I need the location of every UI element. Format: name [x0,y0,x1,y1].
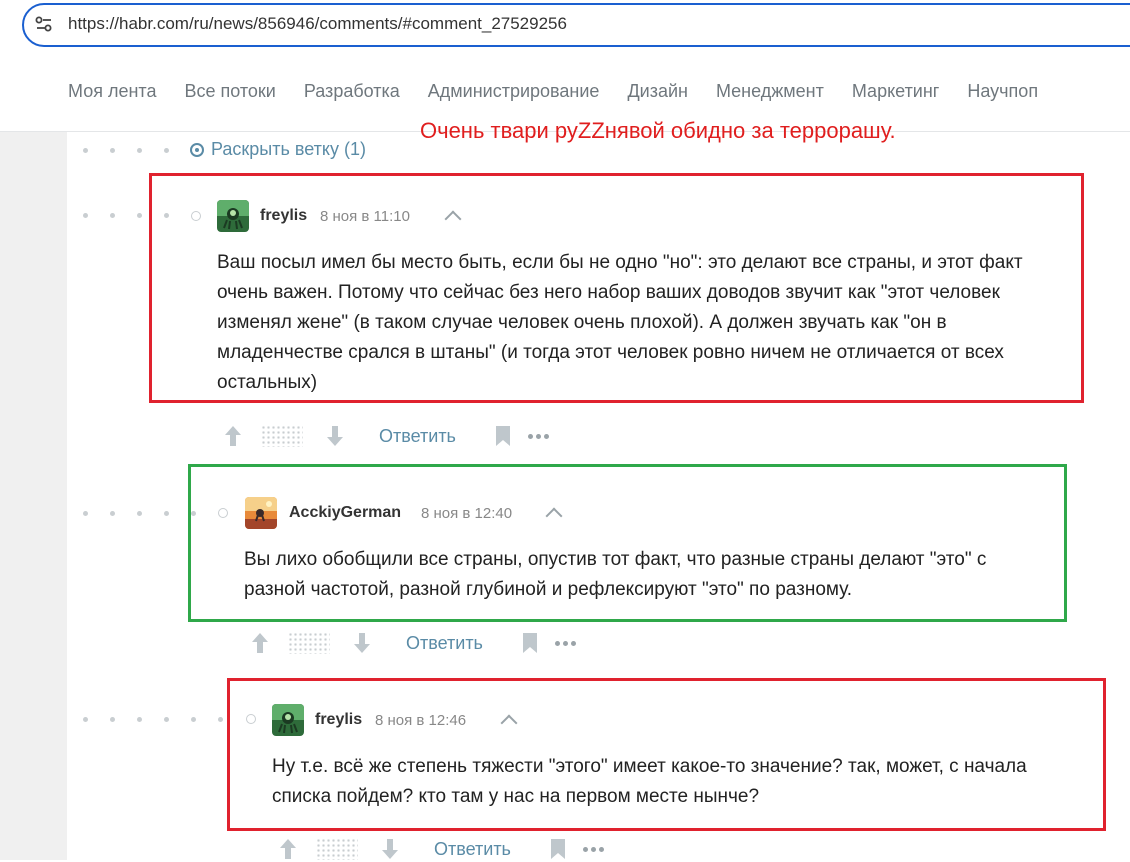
bookmark-icon[interactable] [549,838,567,860]
nav-item-management[interactable]: Менеджмент [716,81,824,107]
comment-time[interactable]: 8 ноя в 12:46 [375,712,466,729]
rating-hidden-icon [261,425,303,447]
nav-item-development[interactable]: Разработка [304,81,400,107]
upvote-arrow-icon[interactable] [250,631,270,655]
reply-button[interactable]: Ответить [379,426,456,447]
comment-author[interactable]: freylis [260,207,307,225]
comment-line: изменял жене" (в таком случае человек оч… [217,312,947,333]
bookmark-icon[interactable] [521,632,539,654]
comment-line: разной частотой, разной глубиной и рефле… [244,579,853,600]
nav-item-my-feed[interactable]: Моя лента [68,81,156,107]
comment-actions: Ответить [250,630,576,656]
nav-item-all-streams[interactable]: Все потоки [184,81,275,107]
avatar-image-icon [272,704,304,736]
avatar-image-icon [217,200,249,232]
left-gutter [0,132,67,860]
avatar[interactable] [272,704,304,736]
nav-item-administration[interactable]: Администрирование [428,81,600,107]
nav-item-popsci[interactable]: Научпоп [967,81,1038,107]
upvote-arrow-icon[interactable] [278,837,298,861]
comment-body: Ваш посыл имел бы место быть, если бы не… [217,248,1023,398]
comment-line: Ваш посыл имел бы место быть, если бы не… [217,252,1023,273]
reply-button[interactable]: Ответить [434,839,511,860]
thread-indent-dots [83,717,245,722]
nav-item-marketing[interactable]: Маркетинг [852,81,940,107]
expand-circle-icon [190,142,204,157]
avatar-image-icon [245,497,277,529]
bookmark-icon[interactable] [494,425,512,447]
comment-author[interactable]: freylis [315,711,362,729]
downvote-arrow-icon[interactable] [352,631,372,655]
comment-line: Ну т.е. всё же степень тяжести "этого" и… [272,756,1027,777]
comment-time[interactable]: 8 ноя в 11:10 [320,208,410,225]
comment-author[interactable]: AcckiyGerman [289,504,401,522]
address-url[interactable]: https://habr.com/ru/news/856946/comments… [68,14,567,34]
comment-line: очень важен. Потому что сейчас без него … [217,282,1000,303]
comment-actions: Ответить [223,423,549,449]
comment-line: Вы лихо обобщили все страны, опустив тот… [244,549,987,570]
thread-indent-dots [83,148,191,153]
comment-body: Вы лихо обобщили все страны, опустив тот… [244,545,986,605]
comment-actions: Ответить [278,836,604,862]
avatar[interactable] [245,497,277,529]
comment-time[interactable]: 8 ноя в 12:40 [421,505,512,522]
rating-hidden-icon [316,838,358,860]
site-settings-icon[interactable] [34,14,54,34]
hubs-nav: Моя лента Все потоки Разработка Админист… [68,81,1066,107]
expand-thread-link[interactable]: Раскрыть ветку (1) [190,139,366,160]
annotation-text: Очень твари руZZнявой обидно за террораш… [420,118,896,143]
upvote-arrow-icon[interactable] [223,424,243,448]
comment-body: Ну т.е. всё же степень тяжести "этого" и… [272,752,1027,812]
comment-line: списка пойдем? кто там у нас на первом м… [272,786,760,807]
avatar[interactable] [217,200,249,232]
more-options-icon[interactable] [582,846,604,852]
comment-line: остальных) [217,372,318,393]
expand-thread-label: Раскрыть ветку (1) [211,139,366,159]
reply-button[interactable]: Ответить [406,633,483,654]
more-options-icon[interactable] [527,433,549,439]
comment-line: младенчестве срался в штаны" (и тогда эт… [217,342,1004,363]
downvote-arrow-icon[interactable] [325,424,345,448]
more-options-icon[interactable] [554,640,576,646]
rating-hidden-icon [288,632,330,654]
downvote-arrow-icon[interactable] [380,837,400,861]
nav-item-design[interactable]: Дизайн [627,81,688,107]
